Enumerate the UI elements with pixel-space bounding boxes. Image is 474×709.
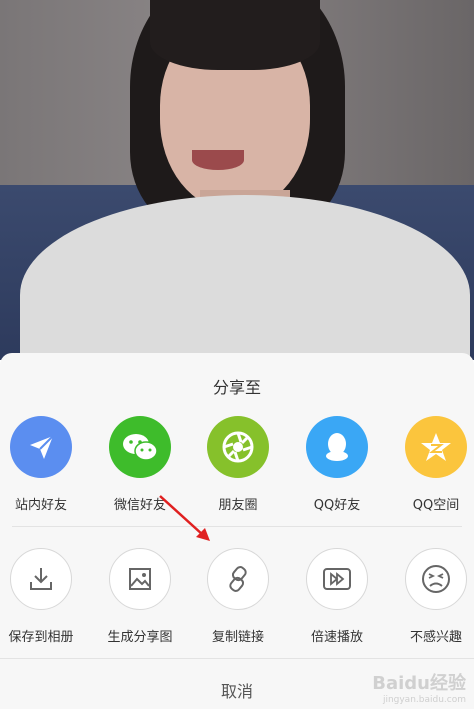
baidu-watermark: Baidu经验 jingyan.baidu.com (372, 669, 466, 705)
action-label: 不感兴趣 (409, 630, 462, 645)
action-generate-share-image[interactable]: 生成分享图 (91, 548, 189, 645)
watermark-brand: Baidu经验 (372, 673, 466, 694)
download-icon (10, 548, 72, 610)
share-item-label: 朋友圈 (218, 498, 258, 513)
qzone-icon (405, 416, 467, 478)
share-item-qq[interactable]: QQ好友 (288, 416, 386, 513)
wechat-icon (109, 416, 171, 478)
watermark-url: jingyan.baidu.com (382, 695, 466, 705)
share-item-site-friend[interactable]: 站内好友 (0, 416, 90, 513)
share-item-label: 站内好友 (14, 498, 67, 513)
moments-icon (207, 416, 269, 478)
send-icon (10, 416, 72, 478)
link-icon (207, 548, 269, 610)
share-item-label: QQ空间 (412, 498, 460, 513)
share-item-qzone[interactable]: QQ空间 (387, 416, 474, 513)
dislike-face-icon (405, 548, 467, 610)
action-copy-link[interactable]: 复制链接 (189, 548, 287, 645)
share-item-label: QQ好友 (313, 498, 361, 513)
share-sheet-title: 分享至 (212, 378, 261, 397)
cancel-divider (0, 658, 474, 659)
action-label: 生成分享图 (107, 630, 173, 645)
action-not-interested[interactable]: 不感兴趣 (387, 548, 474, 645)
video-person-mouth (192, 150, 244, 170)
video-frame (0, 0, 474, 360)
share-item-wechat[interactable]: 微信好友 (91, 416, 189, 513)
share-item-label: 微信好友 (113, 498, 166, 513)
action-save-to-album[interactable]: 保存到相册 (0, 548, 90, 645)
action-label: 倍速播放 (310, 630, 363, 645)
qq-icon (306, 416, 368, 478)
speed-icon (306, 548, 368, 610)
action-label: 保存到相册 (8, 630, 74, 645)
video-person-bangs (150, 0, 320, 70)
row-divider (12, 526, 462, 527)
image-icon (109, 548, 171, 610)
share-sheet (0, 353, 474, 709)
action-label: 复制链接 (211, 630, 264, 645)
share-item-moments[interactable]: 朋友圈 (189, 416, 287, 513)
action-playback-speed[interactable]: 倍速播放 (288, 548, 386, 645)
